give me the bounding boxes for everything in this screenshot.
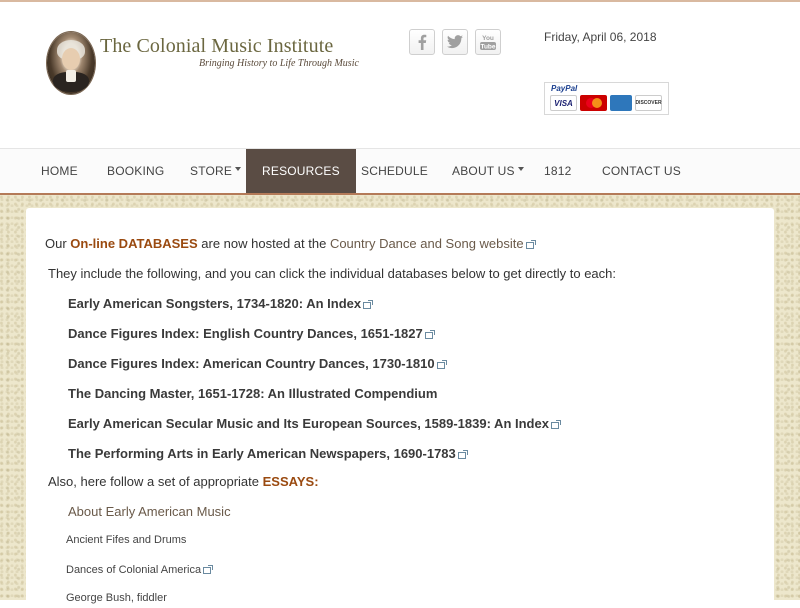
essay-link-text[interactable]: Dances of Colonial America <box>66 564 201 576</box>
svg-text:You: You <box>482 35 494 42</box>
external-link-icon <box>525 240 536 249</box>
discover-card-icon: DISCOVER <box>635 95 662 111</box>
database-item[interactable]: Dance Figures Index: English Country Dan… <box>68 326 435 341</box>
nav-about-us[interactable]: ABOUT US <box>452 149 524 193</box>
site-tagline: Bringing History to Life Through Music <box>199 58 359 69</box>
youtube-icon[interactable]: You Tube <box>475 29 501 55</box>
external-link-icon <box>457 450 468 459</box>
database-item[interactable]: The Dancing Master, 1651-1728: An Illust… <box>68 386 437 401</box>
databases-description: They include the following, and you can … <box>48 266 617 281</box>
paypal-logo: PayPal <box>551 84 578 93</box>
nav-booking[interactable]: BOOKING <box>107 149 164 193</box>
visa-card-icon: VISA <box>550 95 577 111</box>
essay-link[interactable]: Ancient Fifes and Drums <box>66 534 186 546</box>
twitter-icon[interactable] <box>442 29 468 55</box>
paypal-accepted-cards[interactable]: PayPal VISA DISCOVER <box>544 82 669 115</box>
nav-home[interactable]: HOME <box>41 149 78 193</box>
essays-label: ESSAYS: <box>262 474 319 489</box>
database-link[interactable]: Dance Figures Index: English Country Dan… <box>68 326 423 341</box>
database-item[interactable]: Dance Figures Index: American Country Da… <box>68 356 447 371</box>
database-link[interactable]: Early American Songsters, 1734-1820: An … <box>68 296 361 311</box>
current-date: Friday, April 06, 2018 <box>544 30 657 44</box>
nav-resources[interactable]: RESOURCES <box>246 149 356 193</box>
external-link-icon <box>424 330 435 339</box>
essays-heading-link[interactable]: About Early American Music <box>68 504 231 519</box>
washington-portrait-logo[interactable] <box>47 32 95 94</box>
nav-schedule[interactable]: SCHEDULE <box>361 149 428 193</box>
database-link[interactable]: The Performing Arts in Early American Ne… <box>68 446 456 461</box>
nav-1812[interactable]: 1812 <box>544 149 572 193</box>
amex-card-icon <box>610 95 632 111</box>
database-link[interactable]: The Dancing Master, 1651-1728: An Illust… <box>68 386 437 401</box>
external-link-icon <box>550 420 561 429</box>
intro-prefix: Our <box>45 236 67 251</box>
essays-prefix: Also, here follow a set of appropriate <box>48 474 260 489</box>
intro-middle: are now hosted at the <box>201 236 327 251</box>
external-link-icon <box>363 300 374 309</box>
database-item[interactable]: The Performing Arts in Early American Ne… <box>68 446 468 461</box>
dropdown-caret-icon <box>517 167 524 171</box>
main-content: Our On-line DATABASES are now hosted at … <box>26 208 774 608</box>
nav-contact-us[interactable]: CONTACT US <box>602 149 681 193</box>
dropdown-caret-icon <box>235 167 242 171</box>
nav-store[interactable]: STORE <box>190 149 242 193</box>
main-navigation: HOME BOOKING STORE RESOURCES SCHEDULE AB… <box>0 148 800 195</box>
essay-link[interactable]: Dances of Colonial America <box>66 564 214 576</box>
country-dance-song-link[interactable]: Country Dance and Song website <box>330 236 524 251</box>
database-link[interactable]: Early American Secular Music and Its Eur… <box>68 416 549 431</box>
external-link-icon <box>203 565 214 574</box>
database-item[interactable]: Early American Songsters, 1734-1820: An … <box>68 296 374 311</box>
mastercard-icon <box>580 95 607 111</box>
databases-intro: Our On-line DATABASES are now hosted at … <box>45 236 536 251</box>
database-item[interactable]: Early American Secular Music and Its Eur… <box>68 416 561 431</box>
essay-link[interactable]: George Bush, fiddler <box>66 592 167 604</box>
external-link-icon <box>436 360 447 369</box>
online-databases-link[interactable]: On-line DATABASES <box>70 236 197 251</box>
site-header: The Colonial Music Institute Bringing Hi… <box>0 2 800 148</box>
social-links: You Tube <box>409 29 501 55</box>
site-title[interactable]: The Colonial Music Institute <box>100 35 333 58</box>
database-link[interactable]: Dance Figures Index: American Country Da… <box>68 356 435 371</box>
facebook-icon[interactable] <box>409 29 435 55</box>
svg-text:Tube: Tube <box>480 44 495 51</box>
essays-intro: Also, here follow a set of appropriate E… <box>48 474 319 489</box>
portrait-collar <box>66 70 76 82</box>
portrait-face <box>62 48 80 70</box>
